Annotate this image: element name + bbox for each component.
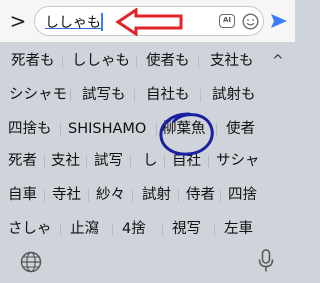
- candidate-row: 死者も ししゃも 使者も 支社も ^: [0, 46, 295, 76]
- divider: [220, 189, 221, 202]
- candidate-item[interactable]: 四捨: [228, 180, 257, 210]
- divider: [156, 123, 157, 136]
- send-icon[interactable]: [270, 12, 288, 30]
- candidate-item[interactable]: 自車: [8, 180, 37, 210]
- candidate-item[interactable]: 寺社: [52, 180, 81, 210]
- divider: [60, 223, 61, 236]
- candidate-item[interactable]: 四捨も: [8, 114, 52, 144]
- divider: [178, 189, 179, 202]
- divider: [44, 155, 45, 168]
- candidate-item[interactable]: シシャモ: [9, 80, 67, 110]
- keyboard-bottom-bar: [0, 244, 295, 283]
- divider: [44, 189, 45, 202]
- candidate-item[interactable]: 使者も: [146, 46, 190, 76]
- divider: [216, 123, 217, 136]
- candidate-item[interactable]: 使者: [226, 114, 255, 144]
- microphone-icon[interactable]: [258, 249, 274, 273]
- candidate-item[interactable]: 視写: [172, 214, 201, 244]
- divider: [62, 55, 63, 68]
- divider: [134, 89, 135, 102]
- candidate-item[interactable]: 死者: [8, 146, 37, 176]
- ai-icon[interactable]: AI: [219, 14, 235, 28]
- candidate-item[interactable]: 試写も: [82, 80, 126, 110]
- candidate-item[interactable]: 支社も: [210, 46, 254, 76]
- collapse-candidates-button[interactable]: ^: [272, 46, 284, 76]
- candidate-item[interactable]: 自社も: [146, 80, 190, 110]
- candidate-row: さしゃ 止瀉 4捨 視写 左車: [0, 214, 295, 244]
- divider: [198, 55, 199, 68]
- divider: [136, 55, 137, 68]
- divider: [70, 89, 71, 102]
- candidate-item[interactable]: 試射も: [212, 80, 256, 110]
- search-input[interactable]: ししゃも AI: [34, 6, 264, 36]
- divider: [130, 155, 131, 168]
- divider: [162, 223, 163, 236]
- candidate-item[interactable]: サシャ: [216, 146, 260, 176]
- divider: [132, 189, 133, 202]
- divider: [88, 189, 89, 202]
- red-arrow-annotation: [115, 8, 183, 36]
- candidate-item[interactable]: 支社: [51, 146, 80, 176]
- candidate-item[interactable]: 侍者: [186, 180, 215, 210]
- candidate-row: 死者 支社 試写 し 自社 サシャ: [0, 146, 295, 176]
- candidate-row: シシャモ 試写も 自社も 試射も: [0, 80, 295, 110]
- divider: [86, 155, 87, 168]
- divider: [60, 123, 61, 136]
- globe-icon[interactable]: [20, 251, 42, 273]
- candidate-item[interactable]: 試写: [94, 146, 123, 176]
- text-caret: [101, 13, 103, 31]
- divider: [112, 223, 113, 236]
- divider: [214, 223, 215, 236]
- candidate-item[interactable]: 4捨: [122, 214, 146, 244]
- emoji-icon[interactable]: [242, 13, 259, 30]
- candidate-item[interactable]: ししゃも: [72, 46, 130, 76]
- candidate-row: 自車 寺社 紗々 試射 侍者 四捨: [0, 180, 295, 210]
- candidate-item[interactable]: 死者も: [11, 46, 55, 76]
- input-text[interactable]: ししゃも: [45, 12, 101, 32]
- candidate-item[interactable]: 試射: [142, 180, 171, 210]
- candidate-item[interactable]: 止瀉: [70, 214, 99, 244]
- candidate-item[interactable]: 紗々: [96, 180, 125, 210]
- candidate-row: 四捨も SHISHAMO 柳葉魚 使者: [0, 114, 295, 144]
- candidate-item[interactable]: さしゃ: [8, 214, 52, 244]
- candidate-item[interactable]: し: [143, 146, 158, 176]
- blue-circle-annotation: [159, 112, 214, 156]
- divider: [200, 89, 201, 102]
- chevron-right-icon[interactable]: >: [8, 8, 28, 34]
- candidate-item[interactable]: 左車: [224, 214, 253, 244]
- candidate-item[interactable]: SHISHAMO: [68, 114, 146, 144]
- input-bar: > ししゃも AI: [0, 0, 295, 42]
